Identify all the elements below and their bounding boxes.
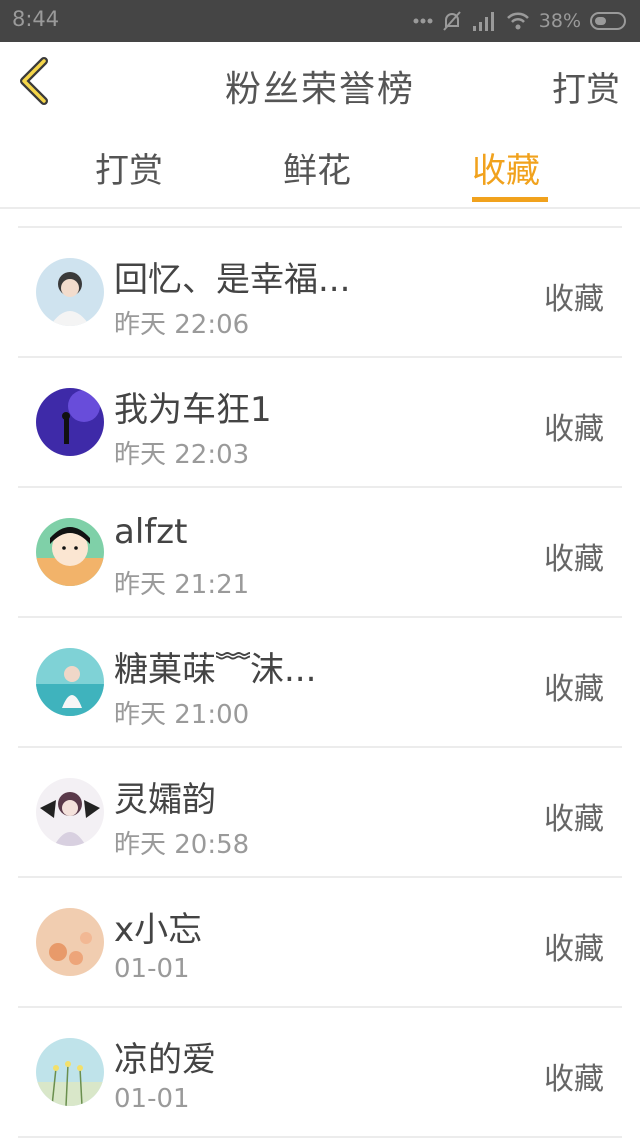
avatar — [36, 778, 104, 846]
battery-icon — [590, 12, 626, 30]
avatar — [36, 518, 104, 586]
battery-percent: 38% — [538, 10, 581, 32]
action-label: 收藏 — [544, 932, 604, 967]
list-item[interactable]: alfzt 昨天 21:21 收藏 — [18, 488, 622, 618]
timestamp: 昨天 22:03 — [114, 440, 250, 470]
list-item[interactable]: 糖菓菋﹌沫... 昨天 21:00 收藏 — [18, 618, 622, 748]
tab-reward[interactable]: 打赏 — [95, 143, 163, 192]
timestamp: 昨天 20:58 — [114, 830, 250, 860]
list-item[interactable]: x小忘 01-01 收藏 — [18, 878, 622, 1008]
reward-button[interactable]: 打赏 — [552, 62, 620, 111]
status-time: 8:44 — [12, 7, 60, 31]
tab-flowers[interactable]: 鲜花 — [283, 143, 351, 192]
user-name: 凉的爱 — [114, 1040, 216, 1080]
more-dots-icon — [413, 18, 433, 24]
active-tab-indicator — [472, 197, 548, 202]
avatar — [36, 648, 104, 716]
user-name: alfzt — [114, 512, 188, 552]
timestamp: 昨天 21:21 — [114, 570, 250, 600]
action-label: 收藏 — [544, 1062, 604, 1097]
signal-icon — [472, 12, 494, 31]
timestamp: 昨天 21:00 — [114, 700, 250, 730]
user-name: 我为车狂1 — [114, 390, 272, 430]
user-name: 糖菓菋﹌沫... — [114, 650, 317, 690]
timestamp: 昨天 22:06 — [114, 310, 250, 340]
action-label: 收藏 — [544, 542, 604, 577]
avatar — [36, 388, 104, 456]
avatar — [36, 1038, 104, 1106]
list-item[interactable]: 灵孀韵 昨天 20:58 收藏 — [18, 748, 622, 878]
user-name: x小忘 — [114, 910, 203, 950]
wifi-icon — [506, 12, 529, 30]
list-item[interactable]: 凉的爱 01-01 收藏 — [18, 1008, 622, 1138]
page-title: 粉丝荣誉榜 — [224, 69, 415, 110]
bell-muted-icon — [443, 11, 461, 31]
timestamp: 01-01 — [114, 1084, 190, 1114]
action-label: 收藏 — [544, 282, 604, 317]
status-bar: 8:44 38% — [0, 0, 640, 42]
action-label: 收藏 — [544, 412, 604, 447]
tab-favorites[interactable]: 收藏 — [472, 143, 540, 192]
fan-list: 回忆、是幸福... 昨天 22:06 收藏 我为车狂1 昨天 22:03 收藏 … — [18, 226, 622, 1138]
avatar — [36, 258, 104, 326]
action-label: 收藏 — [544, 672, 604, 707]
tab-bar: 打赏 鲜花 收藏 — [0, 121, 640, 209]
list-item[interactable]: 回忆、是幸福... 昨天 22:06 收藏 — [18, 228, 622, 358]
action-label: 收藏 — [544, 802, 604, 837]
avatar — [36, 908, 104, 976]
status-icons: 38% — [413, 8, 630, 34]
nav-bar: 粉丝荣誉榜 打赏 — [0, 42, 640, 123]
user-name: 回忆、是幸福... — [114, 260, 351, 300]
user-name: 灵孀韵 — [114, 780, 216, 820]
list-item[interactable]: 我为车狂1 昨天 22:03 收藏 — [18, 358, 622, 488]
timestamp: 01-01 — [114, 954, 190, 984]
